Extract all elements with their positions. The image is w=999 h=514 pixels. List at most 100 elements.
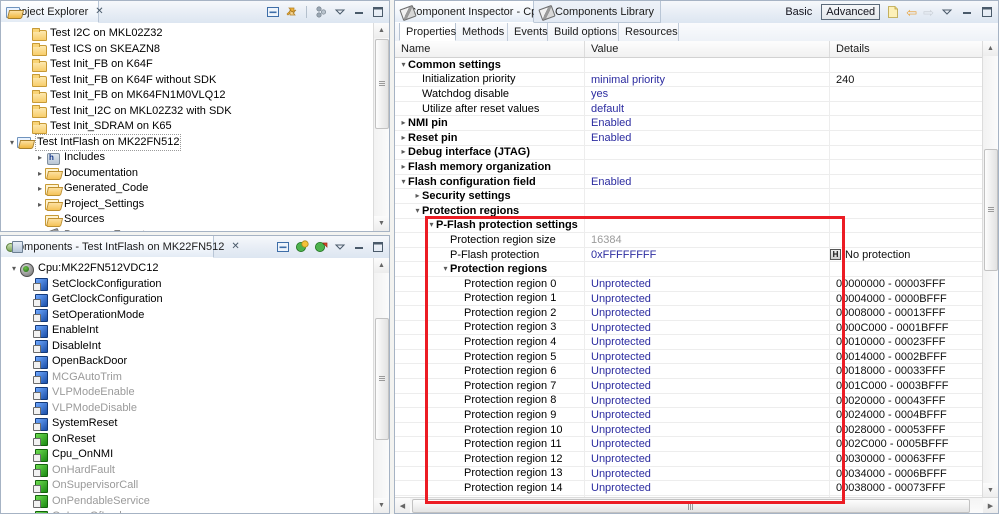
property-row[interactable]: ▾ Protection regions [395, 262, 998, 277]
property-value-cell[interactable] [585, 58, 830, 72]
property-name-cell[interactable]: Protection region 4 [395, 335, 585, 349]
expand-arrow-icon[interactable]: ▸ [413, 189, 422, 203]
scroll-thumb[interactable] [984, 149, 998, 271]
view-menu-icon[interactable] [333, 240, 347, 254]
property-name-cell[interactable]: ▸ Security settings [395, 189, 585, 203]
view-menu-icon[interactable] [333, 5, 347, 19]
maximize-icon[interactable] [980, 5, 994, 19]
property-name-cell[interactable]: Protection region 7 [395, 379, 585, 393]
inspector-tab-methods[interactable]: Methods [456, 23, 508, 41]
scroll-left-icon[interactable]: ◀ [395, 498, 410, 513]
tree-item[interactable]: Test ICS on SKEAZN8 [1, 42, 389, 58]
collapse-arrow-icon[interactable]: ▾ [399, 58, 408, 72]
tree-item[interactable]: OpenBackDoor [1, 354, 389, 370]
inspector-tab-events[interactable]: Events [508, 23, 548, 41]
tree-item[interactable]: Test Init_FB on K64F without SDK [1, 73, 389, 89]
property-value-cell[interactable]: Enabled [585, 130, 830, 145]
tree-item[interactable]: Test I2C on MKL02Z32 [1, 26, 389, 42]
collapse-arrow-icon[interactable]: ▾ [399, 175, 408, 189]
property-row[interactable]: ▾ Flash configuration field Enabled [395, 174, 998, 190]
property-name-cell[interactable]: ▾ P-Flash protection settings [395, 218, 585, 233]
tree-item[interactable]: VLPModeEnable [1, 385, 389, 401]
tab-components-library[interactable]: Components Library [534, 1, 661, 23]
tree-item[interactable]: DisableInt [1, 339, 389, 355]
property-name-cell[interactable]: P-Flash protection [395, 247, 585, 262]
property-name-cell[interactable]: Protection region 6 [395, 364, 585, 379]
property-row[interactable]: Protection region 12 Unprotected 00030000 … [395, 452, 998, 467]
property-row[interactable]: P-Flash protection 0xFFFFFFFF H No protecti… [395, 247, 998, 263]
property-row[interactable]: ▸ Flash memory organization [395, 160, 998, 175]
scroll-down-icon[interactable]: ▼ [983, 483, 998, 498]
property-name-cell[interactable]: Protection region 10 [395, 422, 585, 437]
property-name-cell[interactable]: Protection region 9 [395, 408, 585, 422]
grid-hscrollbar[interactable]: ◀ ▶ [395, 497, 998, 513]
property-value-cell[interactable] [585, 189, 830, 203]
tree-item[interactable]: OnPendableService [1, 494, 389, 510]
hint-badge-icon[interactable]: H [830, 249, 841, 261]
collapse-arrow-icon[interactable]: ▾ [9, 261, 19, 276]
scroll-up-icon[interactable]: ▲ [983, 41, 998, 56]
property-name-cell[interactable]: Protection region 14 [395, 481, 585, 495]
maximize-icon[interactable] [371, 240, 385, 254]
scroll-down-icon[interactable]: ▼ [374, 498, 389, 513]
import-component-icon[interactable] [314, 240, 328, 254]
tree-item[interactable]: SetOperationMode [1, 308, 389, 324]
property-name-cell[interactable]: Protection region 0 [395, 276, 585, 291]
collapse-all-icon[interactable] [276, 240, 290, 254]
tree-item[interactable]: ProcessorExpert.pe [1, 228, 389, 231]
property-value-cell[interactable]: Unprotected [585, 437, 830, 452]
property-row[interactable]: Protection region 0 Unprotected 00000000 -… [395, 276, 998, 292]
mode-advanced-button[interactable]: Advanced [821, 4, 881, 20]
tree-item[interactable]: VLPModeDisable [1, 401, 389, 417]
property-name-cell[interactable]: ▸ Debug interface (JTAG) [395, 145, 585, 160]
minimize-icon[interactable] [960, 5, 974, 19]
property-name-cell[interactable]: ▾ Protection regions [395, 203, 585, 218]
property-row[interactable]: Protection region 2 Unprotected 00008000 -… [395, 306, 998, 321]
back-arrow-icon[interactable]: ⇦ [906, 6, 917, 19]
tab-project-explorer[interactable]: Project Explorer ✕ [1, 1, 104, 23]
tree-item[interactable]: GetClockConfiguration [1, 292, 389, 308]
tree-item[interactable]: ▸ Includes [1, 150, 389, 166]
expand-arrow-icon[interactable]: ▸ [35, 197, 45, 212]
tree-item[interactable]: Test Init_FB on MK64FN1M0VLQ12 [1, 88, 389, 104]
tree-item[interactable]: ▸ Generated_Code [1, 181, 389, 197]
property-row[interactable]: Initialization priority minimal priority 2… [395, 72, 998, 88]
tree-item[interactable]: OnSupervisorCall [1, 478, 389, 494]
property-row[interactable]: ▾ P-Flash protection settings [395, 218, 998, 234]
close-icon[interactable]: ✕ [95, 6, 103, 17]
minimize-icon[interactable] [352, 5, 366, 19]
tree-item[interactable]: OnLossOfLock [1, 509, 389, 513]
expand-arrow-icon[interactable]: ▸ [399, 160, 408, 174]
tree-item[interactable]: Test Init_I2C on MKL02Z32 with SDK [1, 104, 389, 120]
property-value-cell[interactable]: yes [585, 87, 830, 101]
column-header-name[interactable]: Name [395, 41, 585, 57]
scroll-thumb[interactable] [375, 318, 389, 440]
tree-item[interactable]: Sources [1, 212, 389, 228]
property-row[interactable]: Protection region 3 Unprotected 0000C000 -… [395, 320, 998, 336]
tree-item[interactable]: MCGAutoTrim [1, 370, 389, 386]
grid-body[interactable]: ▾ Common settings Initialization priority m… [395, 58, 998, 498]
property-row[interactable]: Protection region 10 Unprotected 00028000 … [395, 422, 998, 438]
expand-arrow-icon[interactable]: ▸ [399, 116, 408, 130]
property-row[interactable]: ▾ Common settings [395, 58, 998, 73]
property-value-cell[interactable]: Unprotected [585, 335, 830, 349]
tab-components[interactable]: Components - Test IntFlash on MK22FN512 … [1, 236, 240, 258]
property-value-cell[interactable] [585, 160, 830, 174]
project-explorer-vscrollbar[interactable]: ▲ ▼ [373, 23, 389, 231]
property-value-cell[interactable]: Enabled [585, 174, 830, 189]
property-name-cell[interactable]: ▸ NMI pin [395, 116, 585, 130]
collapse-arrow-icon[interactable]: ▾ [7, 135, 17, 150]
grid-vscrollbar[interactable]: ▲ ▼ [982, 41, 998, 498]
scroll-up-icon[interactable]: ▲ [374, 258, 389, 273]
collapse-all-icon[interactable] [266, 5, 280, 19]
property-row[interactable]: ▾ Protection regions [395, 203, 998, 219]
property-value-cell[interactable]: Enabled [585, 116, 830, 130]
tree-item[interactable]: EnableInt [1, 323, 389, 339]
property-value-cell[interactable] [585, 203, 830, 218]
collapse-arrow-icon[interactable]: ▾ [413, 204, 422, 218]
expand-arrow-icon[interactable]: ▸ [35, 166, 45, 181]
project-tree[interactable]: Test I2C on MKL02Z32 Test ICS on SKEAZN8 T… [1, 23, 389, 231]
property-value-cell[interactable] [585, 218, 830, 233]
property-name-cell[interactable]: ▾ Protection regions [395, 262, 585, 276]
property-name-cell[interactable]: Utilize after reset values [395, 101, 585, 116]
